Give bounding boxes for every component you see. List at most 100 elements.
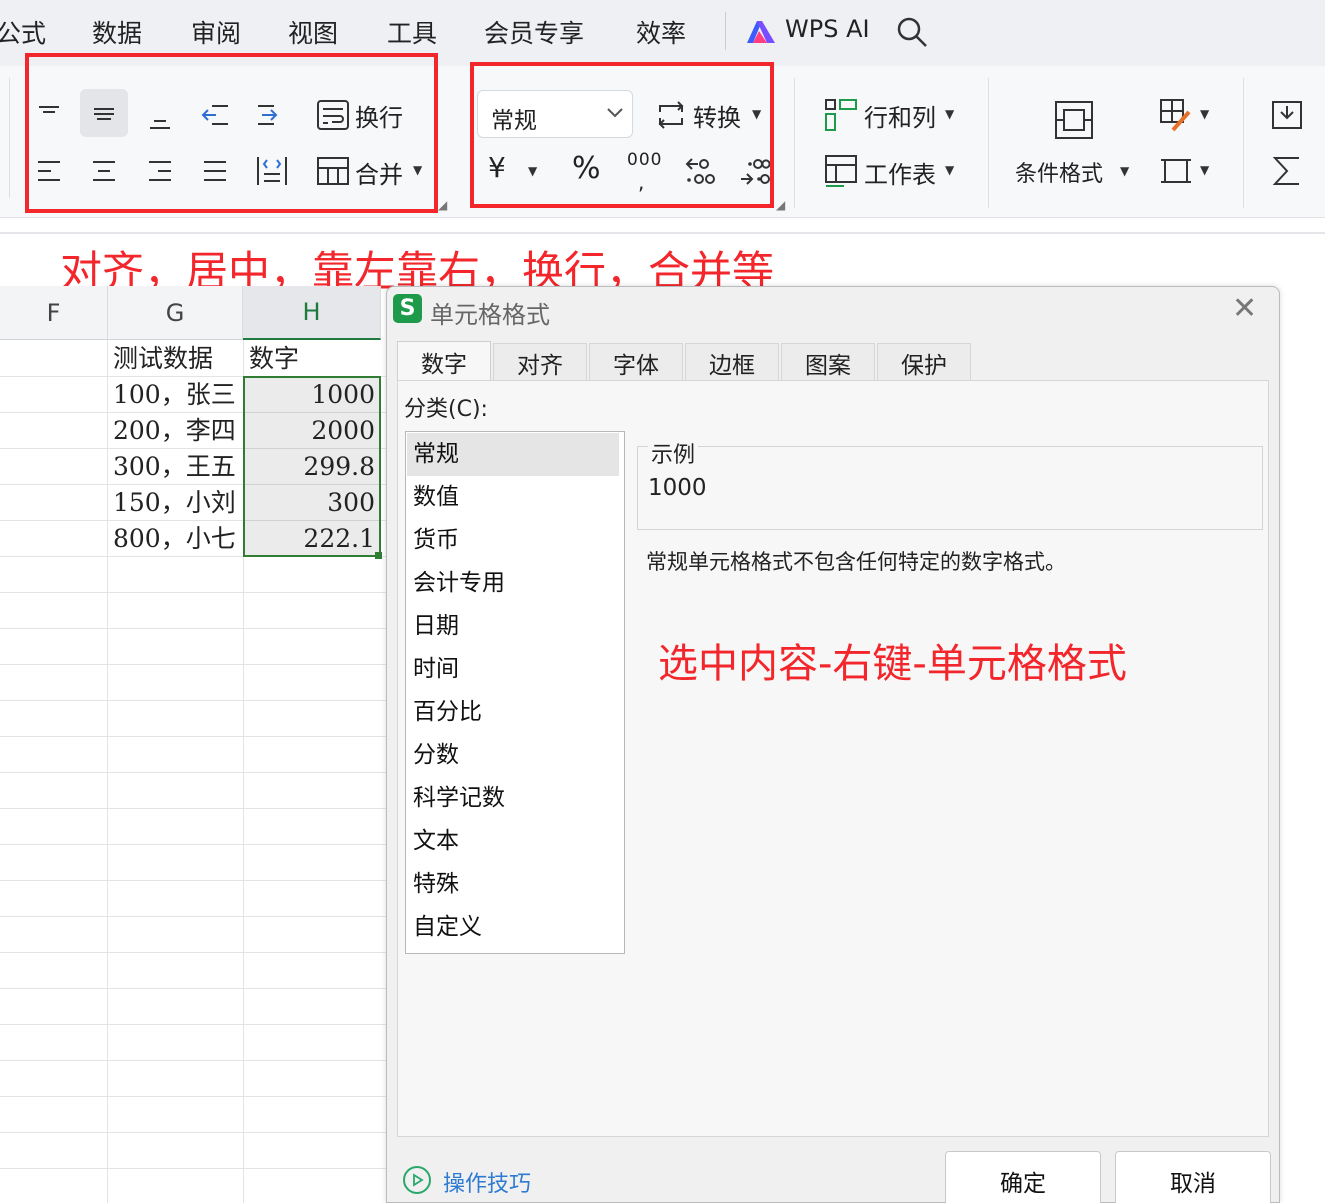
fill-icon[interactable] bbox=[1268, 96, 1308, 134]
tab-number[interactable]: 数字 bbox=[397, 341, 491, 381]
format-annotation: 选中内容-右键-单元格格式 bbox=[658, 641, 1127, 687]
table-cell-g[interactable]: 300，王五 bbox=[113, 449, 243, 485]
column-header-g[interactable]: G bbox=[108, 286, 243, 340]
grid-line bbox=[0, 952, 386, 953]
worksheet-dropdown-icon[interactable]: ▼ bbox=[945, 163, 954, 177]
worksheet-label[interactable]: 工作表 bbox=[864, 155, 936, 190]
table-cell-g[interactable]: 150，小刘 bbox=[113, 485, 243, 521]
list-item[interactable]: 常规 bbox=[407, 433, 619, 476]
rows-cols-dropdown-icon[interactable]: ▼ bbox=[945, 107, 954, 121]
table-cell-g[interactable]: 800，小七 bbox=[113, 521, 243, 557]
grid-line bbox=[0, 736, 386, 737]
tab-patterns[interactable]: 图案 bbox=[781, 343, 875, 381]
grid-line bbox=[0, 592, 386, 593]
grid-line bbox=[0, 1060, 386, 1061]
table-cell-h[interactable]: 222.1 bbox=[243, 521, 381, 557]
menu-wps-ai[interactable]: WPS AI bbox=[785, 15, 870, 43]
grid-line bbox=[0, 808, 386, 809]
menu-divider bbox=[725, 12, 726, 50]
table-cell-g[interactable]: 100，张三 bbox=[113, 377, 243, 413]
list-item[interactable]: 文本 bbox=[407, 820, 619, 863]
tab-protection[interactable]: 保护 bbox=[877, 343, 971, 381]
conditional-format-label[interactable]: 条件格式 bbox=[1015, 156, 1103, 188]
border-icon[interactable] bbox=[1156, 151, 1196, 191]
conditional-format-dropdown-icon[interactable]: ▼ bbox=[1120, 164, 1129, 178]
grid-line bbox=[0, 988, 386, 989]
ribbon-divider bbox=[1243, 78, 1244, 208]
menu-formula[interactable]: 公式 bbox=[0, 14, 46, 50]
tab-alignment[interactable]: 对齐 bbox=[493, 343, 587, 381]
number-launcher-icon[interactable]: ◢ bbox=[776, 198, 785, 212]
grid-line bbox=[0, 844, 386, 845]
grid-line bbox=[0, 1096, 386, 1097]
list-item[interactable]: 日期 bbox=[407, 605, 619, 648]
grid-line bbox=[0, 1132, 386, 1133]
play-icon[interactable] bbox=[403, 1166, 431, 1194]
rows-cols-icon[interactable] bbox=[821, 96, 861, 134]
wps-ai-icon bbox=[744, 17, 778, 47]
border-dropdown-icon[interactable]: ▼ bbox=[1200, 163, 1209, 177]
cell-g-header[interactable]: 测试数据 bbox=[113, 341, 243, 377]
list-item[interactable]: 特殊 bbox=[407, 863, 619, 906]
table-cell-h[interactable]: 1000 bbox=[243, 377, 381, 413]
category-list[interactable]: 常规 数值 货币 会计专用 日期 时间 百分比 分数 科学记数 文本 特殊 自定… bbox=[405, 431, 625, 954]
grid-line bbox=[0, 628, 386, 629]
app-window: 公式 数据 审阅 视图 工具 会员专享 效率 WPS AI 换行 合并 ▼ ◢ … bbox=[0, 0, 1325, 1203]
ribbon-divider bbox=[988, 78, 989, 208]
list-item[interactable]: 货币 bbox=[407, 519, 619, 562]
table-cell-h[interactable]: 299.8 bbox=[243, 449, 381, 485]
grid-line bbox=[0, 1024, 386, 1025]
grid-line bbox=[0, 916, 386, 917]
sample-value: 1000 bbox=[648, 475, 707, 501]
alignment-launcher-icon[interactable]: ◢ bbox=[438, 198, 447, 212]
column-header-f[interactable]: F bbox=[0, 286, 108, 340]
cell-style-icon[interactable] bbox=[1156, 96, 1196, 134]
list-item[interactable]: 分数 bbox=[407, 734, 619, 777]
ribbon-divider bbox=[794, 78, 795, 208]
column-header-h[interactable]: H bbox=[243, 286, 381, 340]
list-item[interactable]: 数值 bbox=[407, 476, 619, 519]
menu-view[interactable]: 视图 bbox=[288, 14, 338, 50]
wps-spreadsheet-icon: S bbox=[393, 294, 422, 323]
rows-cols-label[interactable]: 行和列 bbox=[864, 98, 936, 133]
table-cell-h[interactable]: 2000 bbox=[243, 413, 381, 449]
ok-button[interactable]: 确定 bbox=[945, 1151, 1101, 1203]
dialog-title: 单元格格式 bbox=[430, 301, 550, 329]
menu-data[interactable]: 数据 bbox=[92, 14, 142, 50]
conditional-format-icon[interactable] bbox=[1050, 96, 1098, 144]
table-cell-h[interactable]: 300 bbox=[243, 485, 381, 521]
list-item[interactable]: 时间 bbox=[407, 648, 619, 691]
grid-line bbox=[0, 700, 386, 701]
search-icon[interactable] bbox=[894, 14, 930, 50]
list-item[interactable]: 百分比 bbox=[407, 691, 619, 734]
menu-efficiency[interactable]: 效率 bbox=[636, 14, 686, 50]
cell-style-dropdown-icon[interactable]: ▼ bbox=[1200, 107, 1209, 121]
sample-label: 示例 bbox=[648, 437, 699, 469]
grid-line bbox=[0, 772, 386, 773]
number-tab-panel: 分类(C): 常规 数值 货币 会计专用 日期 时间 百分比 分数 科学记数 文… bbox=[397, 380, 1269, 1137]
cancel-button[interactable]: 取消 bbox=[1115, 1151, 1271, 1203]
close-icon[interactable]: ✕ bbox=[1232, 294, 1257, 324]
format-description: 常规单元格格式不包含任何特定的数字格式。 bbox=[646, 550, 1066, 574]
list-item[interactable]: 自定义 bbox=[407, 906, 619, 949]
grid-line bbox=[0, 1168, 386, 1169]
worksheet-icon[interactable] bbox=[821, 151, 861, 191]
menu-tools[interactable]: 工具 bbox=[387, 14, 437, 50]
tab-border[interactable]: 边框 bbox=[685, 343, 779, 381]
cell-h-header[interactable]: 数字 bbox=[249, 341, 379, 377]
grid-line bbox=[0, 880, 386, 881]
tab-font[interactable]: 字体 bbox=[589, 343, 683, 381]
category-label: 分类(C): bbox=[404, 397, 488, 422]
list-item[interactable]: 科学记数 bbox=[407, 777, 619, 820]
format-cells-dialog: S 单元格格式 ✕ 数字 对齐 字体 边框 图案 保护 分类(C): 常规 数值… bbox=[386, 286, 1280, 1203]
list-item[interactable]: 会计专用 bbox=[407, 562, 619, 605]
menu-review[interactable]: 审阅 bbox=[191, 14, 241, 50]
number-highlight-box bbox=[470, 62, 774, 208]
tips-link[interactable]: 操作技巧 bbox=[443, 1166, 531, 1198]
menu-member[interactable]: 会员专享 bbox=[484, 14, 584, 50]
sum-icon[interactable] bbox=[1268, 151, 1308, 191]
ribbon-divider bbox=[9, 78, 10, 198]
grid-line bbox=[0, 664, 386, 665]
sample-group bbox=[637, 446, 1263, 530]
table-cell-g[interactable]: 200，李四 bbox=[113, 413, 243, 449]
